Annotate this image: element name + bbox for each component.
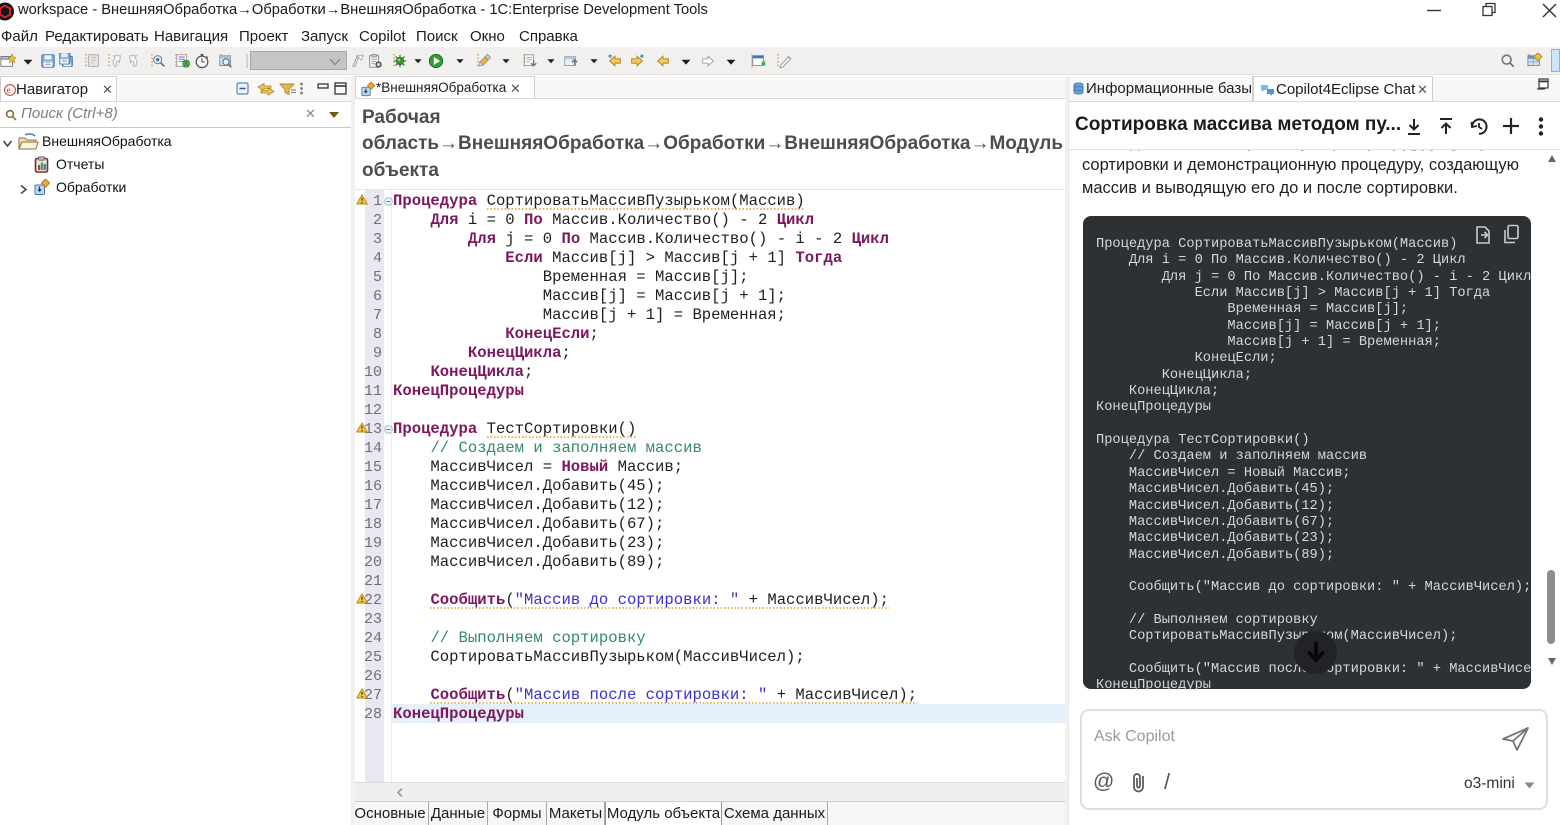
- svg-text:e: e: [7, 85, 11, 95]
